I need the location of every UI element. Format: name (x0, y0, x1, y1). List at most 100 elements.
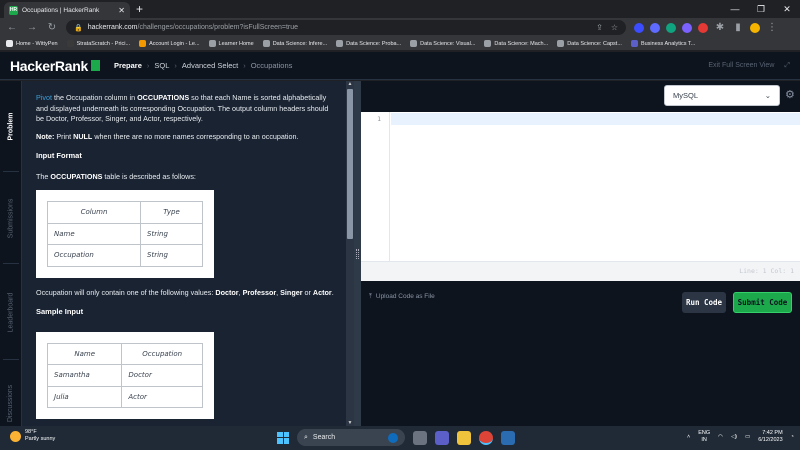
forward-icon[interactable]: → (26, 22, 38, 33)
run-code-button[interactable]: Run Code (682, 292, 726, 313)
schema-table-box: Column Type Name String Occupation Strin… (36, 190, 214, 278)
pane-resize-handle[interactable] (354, 81, 361, 426)
extension-icon[interactable] (650, 22, 660, 33)
bookmark-favicon-icon (208, 40, 216, 47)
reload-icon[interactable]: ↻ (46, 22, 58, 33)
notifications-icon[interactable]: ◔ (791, 434, 794, 440)
bookmark-item[interactable]: Home - WittyPen (6, 40, 58, 47)
language-indicator[interactable]: ENG IN (698, 430, 710, 444)
table-header: Column (47, 201, 141, 224)
upload-code-link[interactable]: ⤒ Upload Code as File (369, 293, 435, 301)
system-tray: ˄ ENG IN ◠ ◁) ▭ 7:42 PM 6/12/2023 ◔ (687, 430, 794, 444)
sidepanel-icon[interactable]: ▮ (732, 22, 744, 33)
profile-avatar[interactable] (750, 22, 760, 33)
bookmark-favicon-icon (139, 40, 147, 47)
tab-leaderboard[interactable]: Leaderboard (0, 267, 22, 357)
bookmark-item[interactable]: Data Science: Mach... (484, 40, 548, 47)
scroll-up-icon[interactable]: ▲ (346, 81, 354, 87)
schema-table: Column Type Name String Occupation Strin… (47, 201, 203, 267)
lock-icon: 🔒 (74, 24, 83, 32)
battery-icon[interactable]: ▭ (745, 434, 750, 440)
bookmark-item[interactable]: Data Science: Visual... (410, 40, 475, 47)
bookmark-item[interactable]: Business Analytics T... (630, 40, 695, 47)
editor-toolbar: MySQL ⌄ ⚙ (361, 81, 800, 112)
bookmark-favicon-icon (6, 40, 13, 47)
chrome-icon[interactable] (479, 430, 493, 445)
teams-chat-icon[interactable] (435, 430, 449, 445)
active-code-line[interactable] (391, 113, 800, 125)
pivot-link[interactable]: Pivot (36, 93, 52, 102)
language-select[interactable]: MySQL ⌄ (664, 85, 780, 106)
problem-scrollbar[interactable]: ▲ ▼ (346, 81, 354, 426)
bookmark-star-icon[interactable]: ☆ (611, 23, 618, 32)
minimize-icon[interactable]: — (722, 0, 748, 18)
new-tab-icon[interactable]: + (136, 2, 143, 16)
bookmark-item[interactable]: Data Science: Infere... (262, 40, 327, 47)
window-close-icon[interactable]: ✕ (774, 0, 800, 18)
volume-icon[interactable]: ◁) (731, 434, 737, 440)
share-icon[interactable]: ⇪ (596, 23, 603, 32)
bookmarks-bar: Home - WittyPen StrataScratch - Prici... A… (0, 37, 800, 51)
clock[interactable]: 7:42 PM 6/12/2023 (758, 430, 782, 444)
extension-icon[interactable] (634, 22, 644, 33)
chevron-down-icon: ⌄ (764, 91, 771, 100)
menu-kebab-icon[interactable]: ⋮ (766, 22, 778, 33)
breadcrumb-occupations: Occupations (250, 61, 293, 70)
line-number-gutter: 1 (361, 112, 390, 261)
table-description: The OCCUPATIONS table is described as fo… (36, 171, 196, 181)
bookmark-favicon-icon (557, 40, 565, 47)
breadcrumb-prepare[interactable]: Prepare (114, 61, 142, 70)
maximize-icon[interactable]: ❐ (748, 0, 774, 18)
bookmark-favicon-icon (484, 40, 492, 47)
bookmark-item[interactable]: Data Science: Capst... (557, 40, 622, 47)
cursor-position: Line: 1 Col: 1 (739, 267, 794, 275)
extension-icon[interactable] (666, 22, 676, 33)
hackerrank-header: HackerRank Prepare › SQL › Advanced Sele… (0, 52, 800, 80)
taskbar-search-input[interactable]: ⌕ Search (297, 429, 405, 446)
tab-submissions[interactable]: Submissions (0, 173, 22, 263)
extension-icon[interactable] (698, 22, 708, 33)
task-view-icon[interactable] (413, 430, 427, 445)
bookmark-item[interactable]: StrataScratch - Prici... (66, 40, 130, 47)
bookmark-favicon-icon (410, 40, 418, 47)
submit-code-button[interactable]: Submit Code (733, 292, 792, 313)
code-editor[interactable]: 1 (361, 112, 800, 261)
bookmark-favicon-icon (262, 40, 270, 47)
hackerrank-favicon-icon: HR (9, 5, 18, 15)
puzzle-extensions-icon[interactable]: ✱ (714, 22, 726, 33)
chevron-up-icon[interactable]: ˄ (687, 434, 690, 440)
fullscreen-toggle-icon[interactable]: ⤢ (784, 62, 790, 70)
bookmark-item[interactable]: Learner Home (208, 40, 254, 47)
bookmark-favicon-icon (336, 40, 344, 47)
weather-widget[interactable]: 98°F Partly sunny (10, 429, 55, 443)
file-explorer-icon[interactable] (457, 430, 471, 445)
wifi-icon[interactable]: ◠ (718, 434, 723, 440)
gear-icon[interactable]: ⚙ (785, 88, 795, 101)
tab-title: Occupations | HackerRank (22, 6, 100, 14)
upload-icon: ⤒ (369, 293, 372, 300)
extension-icon[interactable] (682, 22, 692, 33)
url-input[interactable]: 🔒 hackerrank.com/challenges/occupations/… (66, 20, 626, 35)
bookmark-item[interactable]: Account Login - Le... (139, 40, 200, 47)
hackerrank-logo[interactable]: HackerRank (10, 58, 100, 74)
editor-actions: ⤒ Upload Code as File Run Code Submit Cod… (361, 281, 800, 426)
app-icon[interactable] (501, 430, 515, 445)
scrollbar-thumb[interactable] (347, 89, 353, 239)
bookmark-item[interactable]: Data Science: Proba... (336, 40, 401, 47)
input-format-heading: Input Format (36, 151, 82, 160)
partly-sunny-icon (10, 430, 21, 442)
windows-start-icon[interactable] (277, 431, 289, 444)
breadcrumb-advanced-select[interactable]: Advanced Select (182, 61, 238, 70)
table-header: Occupation (121, 342, 203, 365)
back-icon[interactable]: ← (6, 22, 18, 33)
breadcrumb-sql[interactable]: SQL (154, 61, 169, 70)
editor-statusbar: Line: 1 Col: 1 (361, 261, 800, 281)
browser-tab[interactable]: HR Occupations | HackerRank ✕ (4, 2, 130, 18)
tab-problem[interactable]: Problem (0, 81, 22, 171)
url-text: hackerrank.com/challenges/occupations/pr… (87, 24, 299, 31)
problem-statement: Pivot the Occupation column in OCCUPATIO… (22, 81, 346, 426)
sample-table-box: Name Occupation Samantha Doctor Julia Ac… (36, 331, 214, 419)
exit-fullscreen-link[interactable]: Exit Full Screen View (708, 62, 774, 69)
close-tab-icon[interactable]: ✕ (118, 6, 125, 15)
problem-note: Note: Print NULL when there are no more … (36, 131, 299, 141)
